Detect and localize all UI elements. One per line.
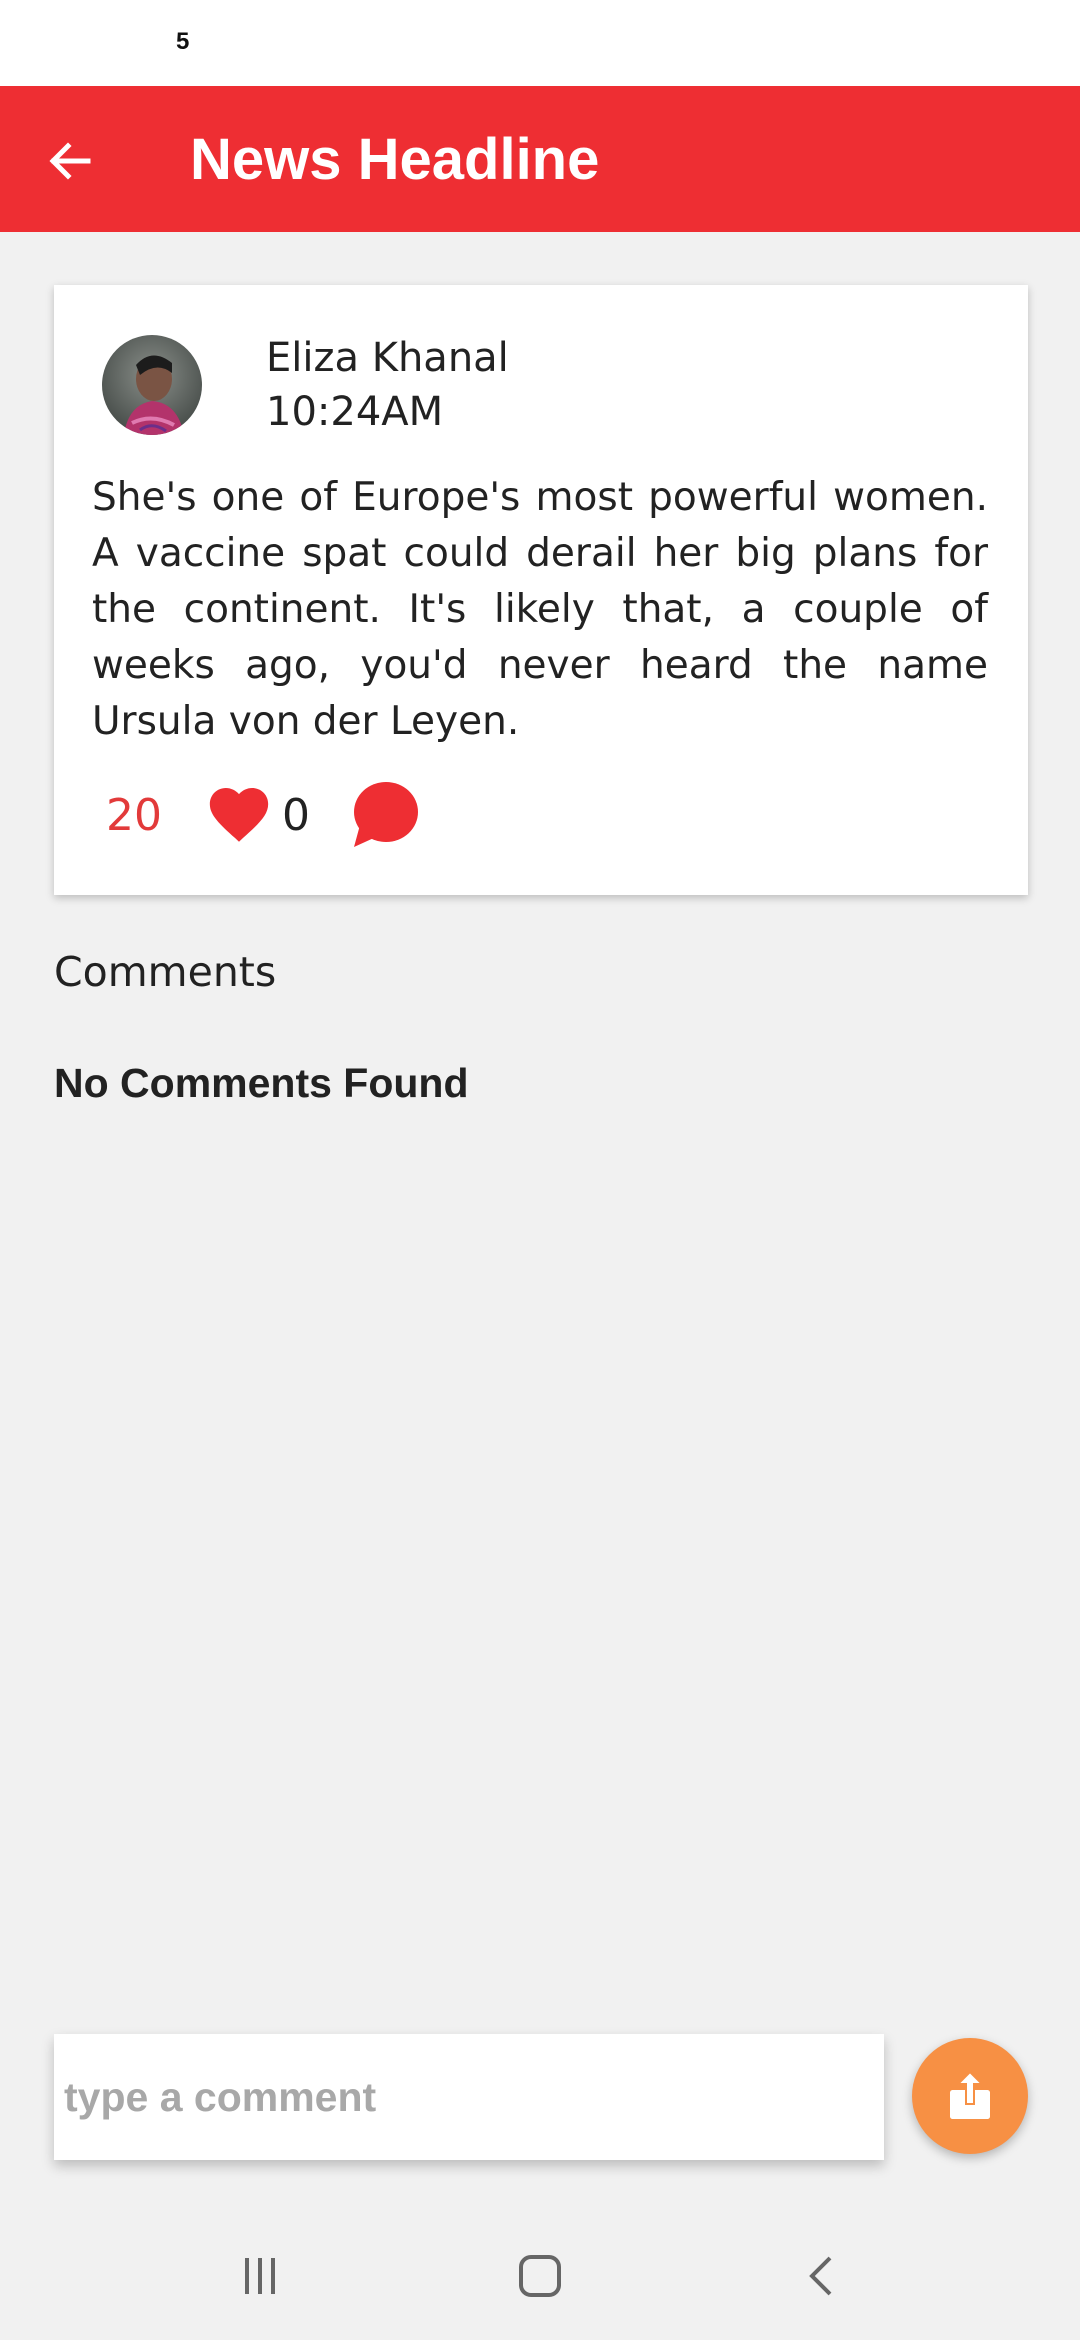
like-count: 20 <box>106 790 162 841</box>
no-comments-message: No Comments Found <box>54 1060 469 1106</box>
home-button[interactable] <box>500 2246 580 2306</box>
arrow-left-icon <box>49 142 91 180</box>
send-comment-button[interactable] <box>912 2038 1028 2154</box>
news-post-card: Eliza Khanal 10:24AM She's one of Europe… <box>54 285 1028 895</box>
comment-input[interactable] <box>54 2034 884 2160</box>
heart-icon <box>209 788 269 842</box>
system-nav-bar <box>0 2212 1080 2340</box>
comment-button[interactable] <box>348 779 420 851</box>
back-nav-icon <box>809 2256 832 2296</box>
system-back-button[interactable] <box>782 2246 862 2306</box>
comments-heading: Comments <box>54 948 277 996</box>
status-bar: 5 <box>0 0 1080 86</box>
back-button[interactable] <box>30 121 110 201</box>
post-body: She's one of Europe's most powerful wome… <box>92 475 988 744</box>
author-name: Eliza Khanal <box>266 335 509 381</box>
like-button[interactable] <box>204 779 274 849</box>
recent-apps-button[interactable] <box>220 2246 300 2306</box>
speech-bubble-icon <box>354 782 418 847</box>
share-upload-icon <box>950 2070 990 2119</box>
page-title: News Headline <box>190 127 600 192</box>
status-indicator: 5 <box>176 28 190 55</box>
home-icon <box>519 2255 561 2297</box>
post-timestamp: 10:24AM <box>266 389 444 435</box>
recent-apps-icon <box>245 2258 275 2294</box>
author-avatar <box>102 335 202 435</box>
comment-count: 0 <box>282 790 310 841</box>
app-bar: News Headline <box>0 86 1080 232</box>
